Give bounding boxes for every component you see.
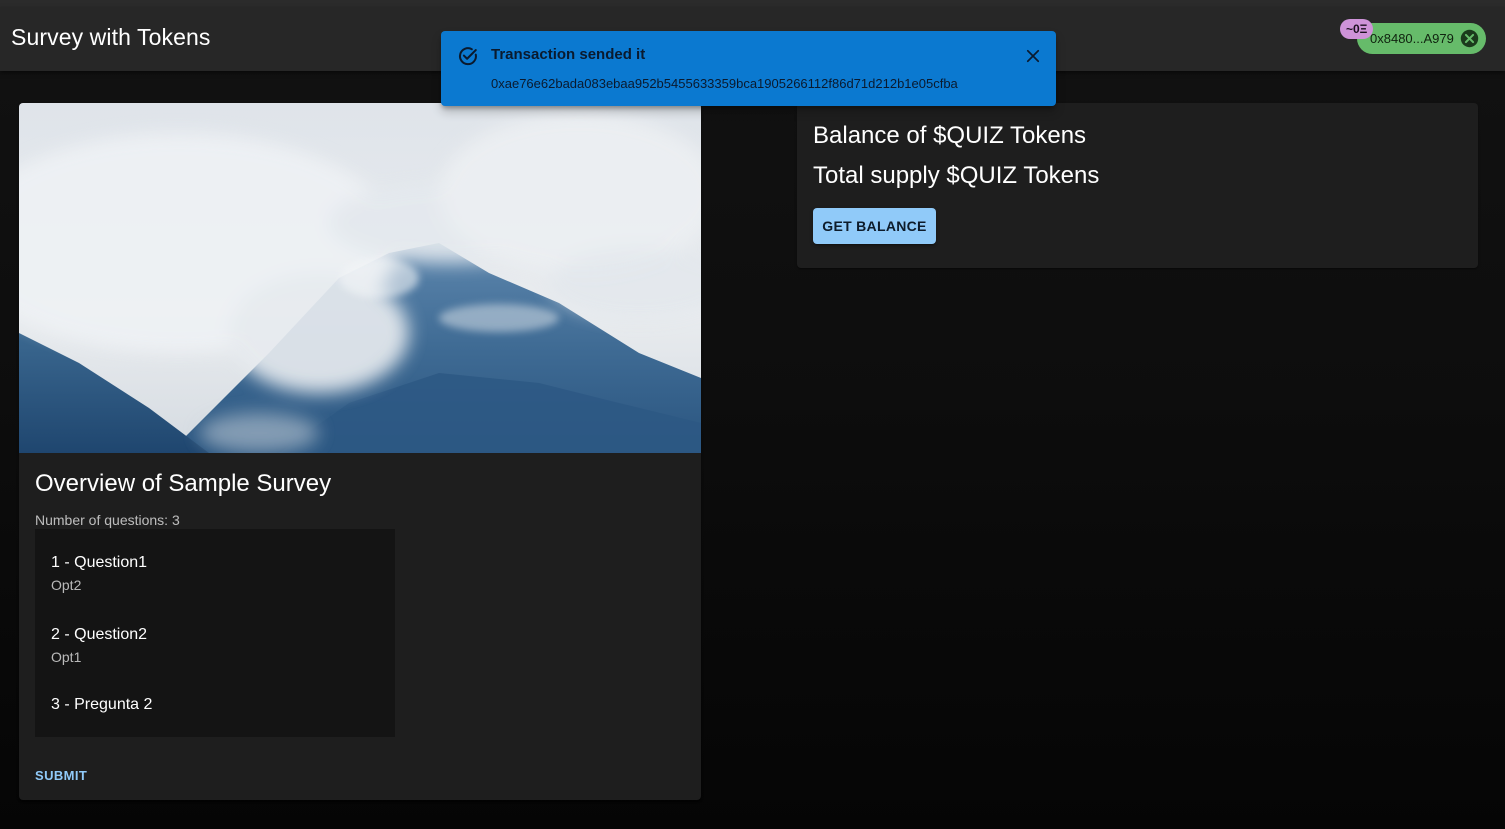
close-icon[interactable] xyxy=(1024,47,1042,65)
list-item[interactable]: 2 - Question2 Opt1 xyxy=(51,625,147,667)
question-title: 3 - Pregunta 2 xyxy=(51,696,153,713)
question-title: 2 - Question2 xyxy=(51,626,148,643)
question-answer: Opt2 xyxy=(51,577,82,593)
wallet-address-label: 0x8480...A979 xyxy=(1370,31,1454,46)
list-item[interactable]: 3 - Pregunta 2 xyxy=(51,695,152,715)
question-title: 1 - Question1 xyxy=(51,554,148,571)
page: Survey with Tokens 0x8480...A979 ~0Ξ Ove… xyxy=(0,0,1505,829)
token-balance-card: Balance of $QUIZ Tokens Total supply $QU… xyxy=(797,103,1478,268)
total-supply-label: Total supply $QUIZ Tokens xyxy=(813,162,1100,189)
browser-top-strip xyxy=(0,0,1505,7)
survey-card: Overview of Sample Survey Number of ques… xyxy=(19,103,701,800)
misty-mountain-photo xyxy=(19,103,701,453)
survey-title: Overview of Sample Survey xyxy=(35,470,332,497)
get-balance-button[interactable]: GET BALANCE xyxy=(813,208,936,244)
transaction-notification: Transaction sended it 0xae76e62bada083eb… xyxy=(441,31,1056,106)
submit-button[interactable]: SUBMIT xyxy=(27,761,95,791)
question-count: Number of questions: 3 xyxy=(35,512,180,528)
list-item[interactable]: 1 - Question1 Opt2 xyxy=(51,553,147,595)
notification-title: Transaction sended it xyxy=(491,46,646,63)
eth-balance-badge: ~0Ξ xyxy=(1340,19,1374,39)
transaction-hash: 0xae76e62bada083ebaa952b5455633359bca190… xyxy=(491,76,958,91)
check-circle-icon xyxy=(459,47,477,66)
question-answer: Opt1 xyxy=(51,649,82,665)
app-title: Survey with Tokens xyxy=(11,24,211,50)
question-list: 1 - Question1 Opt2 2 - Question2 Opt1 3 … xyxy=(35,529,395,737)
wallet-address-chip[interactable]: 0x8480...A979 xyxy=(1357,23,1486,54)
balance-label: Balance of $QUIZ Tokens xyxy=(813,122,1087,149)
cancel-circle-icon[interactable] xyxy=(1460,29,1479,48)
